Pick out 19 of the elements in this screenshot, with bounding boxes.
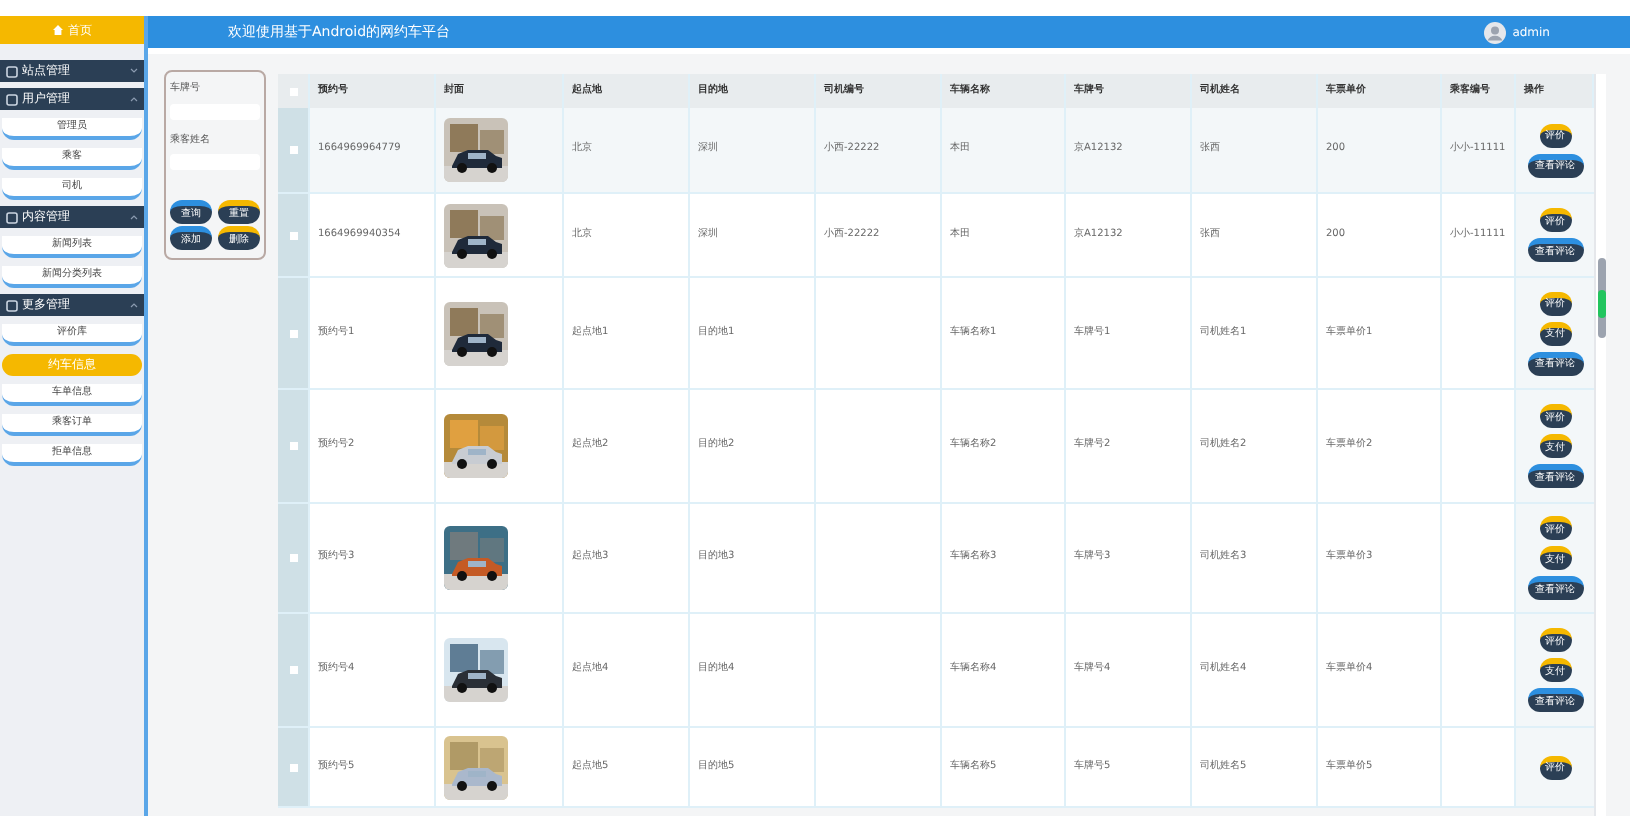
checkbox[interactable] — [289, 329, 297, 337]
menu-icon — [6, 65, 18, 77]
caret-icon — [130, 214, 138, 220]
scrollbar[interactable] — [1594, 74, 1606, 816]
checkbox[interactable] — [289, 554, 297, 562]
caret-icon — [130, 96, 138, 102]
menu-icon — [6, 211, 18, 223]
checkbox[interactable] — [289, 666, 297, 674]
avatar-icon[interactable] — [1484, 21, 1507, 43]
caret-icon — [130, 68, 138, 74]
home-icon — [52, 24, 64, 36]
checkbox[interactable] — [289, 442, 297, 450]
checkbox[interactable] — [289, 763, 297, 771]
checkbox[interactable] — [289, 146, 297, 154]
caret-icon — [130, 302, 138, 308]
menu-icon — [6, 93, 18, 105]
scrollbar-thumb[interactable] — [1598, 258, 1606, 338]
checkbox[interactable] — [289, 231, 297, 239]
menu-icon — [6, 299, 18, 311]
